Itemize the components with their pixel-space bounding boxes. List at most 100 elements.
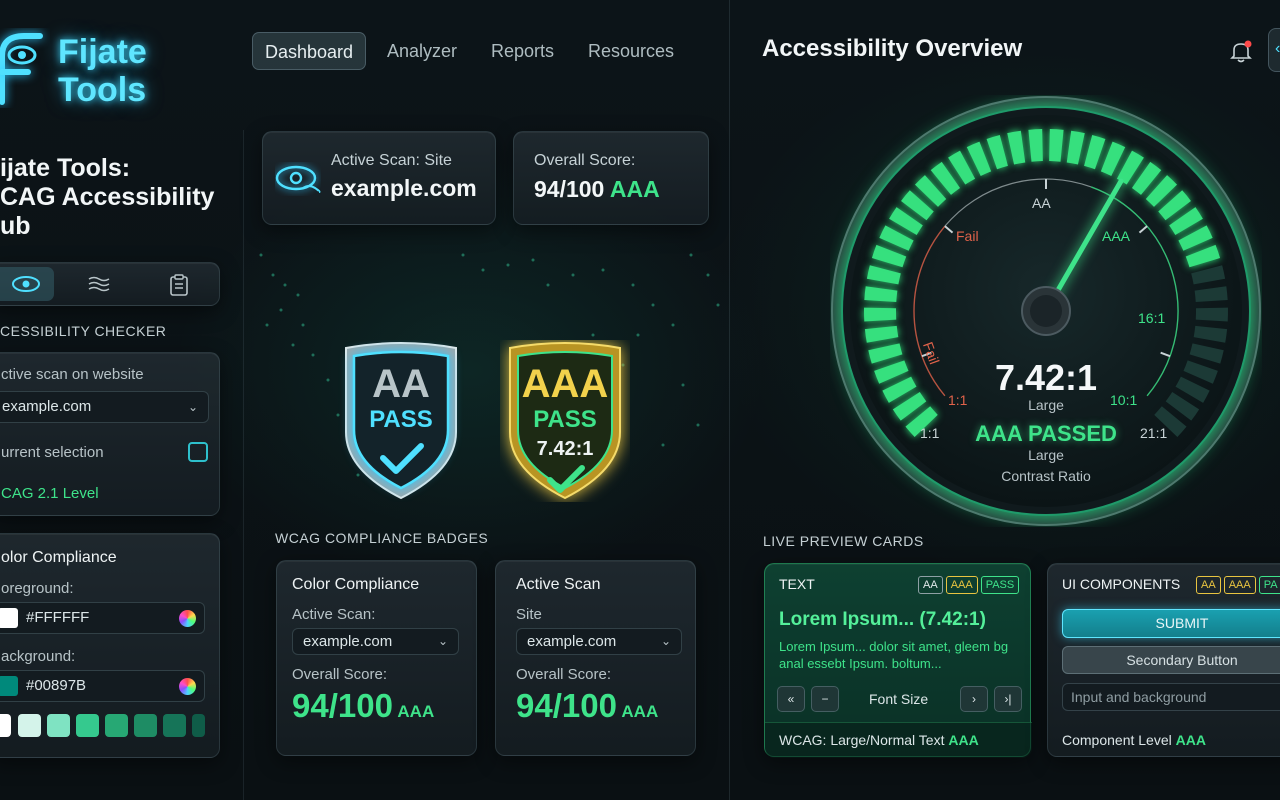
nav-resources[interactable]: Resources (576, 32, 686, 70)
background-value: #00897B (26, 677, 87, 694)
gauge-caption: Contrast Ratio (1001, 468, 1091, 484)
palette-swatch[interactable] (76, 714, 99, 737)
eye-icon (12, 276, 40, 292)
waves-icon (88, 276, 110, 292)
font-size-controls: « − Font Size › ›| (765, 686, 1032, 714)
text-card-title: TEXT (779, 576, 815, 592)
badge-aaa: AAA (1223, 576, 1256, 594)
palette-swatch[interactable] (134, 714, 157, 737)
selection-checkbox[interactable] (188, 442, 208, 462)
text-card-footer-text: WCAG: Large/Normal Text (779, 732, 945, 748)
color-compliance-card[interactable]: Color Compliance Active Scan: example.co… (276, 560, 477, 756)
card-scan-select[interactable]: example.com ⌄ (292, 628, 459, 655)
badge-aa[interactable]: AA PASS (336, 340, 466, 502)
chevron-down-icon: ⌄ (437, 634, 448, 648)
gauge-segment (864, 307, 897, 322)
background-input[interactable]: #00897B (0, 670, 205, 702)
first-button[interactable]: « (777, 686, 805, 712)
background-swatch (0, 676, 18, 696)
card-score-line: 94/100 AAA (292, 687, 434, 725)
text-preview-card[interactable]: TEXT AA AAA PASS Lorem Ipsum... (7.42:1) L… (764, 563, 1032, 758)
foreground-label: oreground: (1, 580, 74, 597)
nav-analyzer[interactable]: Analyzer (375, 32, 469, 70)
secondary-button[interactable]: Secondary Button (1062, 646, 1280, 674)
badge-aa-level: AA (372, 362, 430, 406)
palette-swatch[interactable] (192, 714, 205, 737)
gauge-result: AAA PASSED (975, 421, 1117, 446)
gauge-label-aaa: AAA (1102, 228, 1131, 244)
tab-waves[interactable] (71, 267, 127, 301)
badge-aaa-level: AAA (521, 362, 609, 406)
ui-card-footer-level: AAA (1175, 732, 1206, 748)
text-card-body: Lorem Ipsum... dolor sit amet, gleem bg … (779, 639, 1009, 671)
decrease-button[interactable]: − (811, 686, 839, 712)
overall-score-level: AAA (609, 176, 660, 202)
active-scan-value: example.com (331, 175, 477, 201)
foreground-input[interactable]: #FFFFFF (0, 602, 205, 634)
badge-aaa[interactable]: AAA PASS 7.42:1 (500, 340, 630, 502)
active-scan-card[interactable]: Active Scan: Site example.com (262, 131, 496, 225)
card-score-line: 94/100 AAA (516, 687, 658, 725)
ui-card-footer: Component Level AAA (1062, 732, 1206, 748)
ui-card-footer-text: Component Level (1062, 732, 1172, 748)
font-size-label: Font Size (869, 691, 929, 707)
palette-swatch[interactable] (163, 714, 186, 737)
background-label: ackground: (1, 648, 76, 665)
overall-score-card[interactable]: Overall Score: 94/100 AAA (513, 131, 709, 225)
gauge-ratio: 7.42:1 (994, 357, 1098, 398)
color-picker-icon[interactable] (179, 610, 196, 627)
color-compliance-title: olor Compliance (1, 549, 117, 566)
badge-aa: AA (1196, 576, 1221, 594)
card-site-select[interactable]: example.com ⌄ (516, 628, 682, 655)
overall-score-label: Overall Score: (534, 152, 636, 169)
sample-input[interactable]: Input and background (1062, 683, 1280, 711)
card-scan-value: example.com (303, 633, 393, 650)
brand-name-line1: Fijate (58, 33, 147, 71)
wcag-level-label: CAG 2.1 Level (1, 485, 99, 502)
card-score-level: AAA (397, 702, 435, 721)
tab-eye[interactable] (0, 267, 54, 301)
palette-swatch[interactable] (0, 714, 11, 737)
sidebar-title-line3: ub (0, 212, 31, 240)
increase-button[interactable]: › (960, 686, 988, 712)
tab-clipboard[interactable] (151, 267, 207, 301)
card-site-value: example.com (527, 633, 617, 650)
eye-icon (275, 165, 321, 193)
brand-logo[interactable]: Fijate Tools (0, 22, 170, 112)
sidebar-section-label: CESSIBILITY CHECKER (0, 323, 167, 339)
color-picker-icon[interactable] (179, 678, 196, 695)
text-card-heading: Lorem Ipsum... (7.42:1) (779, 609, 986, 630)
header-action-button[interactable]: ‹ (1268, 28, 1280, 72)
gauge-result-size: Large (1028, 447, 1064, 463)
submit-button[interactable]: SUBMIT (1062, 609, 1280, 638)
badge-aaa-ratio: 7.42:1 (536, 438, 594, 460)
bell-icon (1230, 40, 1252, 63)
gauge-label-fail-top: Fail (956, 228, 979, 244)
gauge-label-16: 16:1 (1138, 310, 1166, 326)
card-score-label: Overall Score: (292, 666, 388, 683)
palette-swatch[interactable] (18, 714, 41, 737)
badge-pass: PASS (980, 576, 1020, 594)
text-card-badges: AA AAA PASS (915, 575, 1020, 594)
palette-swatch[interactable] (105, 714, 128, 737)
scan-site-select[interactable]: example.com ⌄ (0, 391, 209, 423)
notification-bell-icon[interactable] (1228, 38, 1254, 64)
card-title: Active Scan (516, 576, 601, 593)
sidebar-color-panel: olor Compliance oreground: #FFFFFF ackgr… (0, 533, 220, 758)
overview-title: Accessibility Overview (762, 35, 1023, 62)
swatch-palette (0, 714, 211, 738)
sidebar-title-line1: ijate Tools: (0, 154, 131, 182)
last-button[interactable]: ›| (994, 686, 1022, 712)
palette-swatch[interactable] (47, 714, 70, 737)
nav-reports[interactable]: Reports (479, 32, 566, 70)
text-card-footer: WCAG: Large/Normal Text AAA (779, 732, 979, 748)
badge-aa: AA (918, 576, 943, 594)
badge-aa-status: PASS (369, 406, 433, 433)
nav-dashboard[interactable]: Dashboard (252, 32, 367, 70)
sidebar-title-line2: CAG Accessibility (0, 183, 215, 211)
active-scan-summary-card[interactable]: Active Scan Site example.com ⌄ Overall S… (495, 560, 696, 756)
world-map-dots (259, 253, 720, 477)
scan-label: ctive scan on website (1, 366, 144, 383)
clipboard-icon (170, 274, 188, 296)
ui-components-card[interactable]: UI COMPONENTS AA AAA PA SUBMIT Secondary B… (1047, 563, 1280, 757)
